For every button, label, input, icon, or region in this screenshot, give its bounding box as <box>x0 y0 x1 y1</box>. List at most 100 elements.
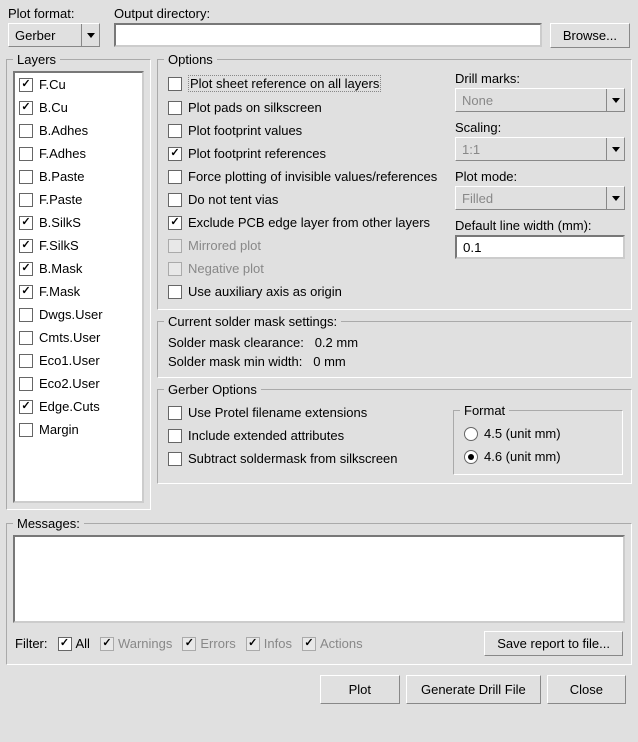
option-check[interactable]: Exclude PCB edge layer from other layers <box>164 211 449 234</box>
checkbox-icon[interactable] <box>168 77 182 91</box>
radio-icon[interactable] <box>464 427 478 441</box>
option-label: Negative plot <box>188 261 264 276</box>
messages-box[interactable] <box>13 535 625 623</box>
chevron-down-icon <box>606 138 624 160</box>
option-label: Plot sheet reference on all layers <box>188 75 381 92</box>
checkbox-icon[interactable] <box>19 400 33 414</box>
checkbox-icon[interactable] <box>168 147 182 161</box>
browse-button[interactable]: Browse... <box>550 23 630 48</box>
layer-item[interactable]: Cmts.User <box>15 326 142 349</box>
checkbox-icon[interactable] <box>19 239 33 253</box>
layer-item[interactable]: Dwgs.User <box>15 303 142 326</box>
layer-label: F.Adhes <box>39 146 86 161</box>
checkbox-icon[interactable] <box>19 331 33 345</box>
filter-check: Errors <box>182 636 235 651</box>
scaling-value: 1:1 <box>462 142 480 157</box>
layer-label: F.Paste <box>39 192 82 207</box>
gerber-legend: Gerber Options <box>164 382 261 397</box>
format-radio[interactable]: 4.6 (unit mm) <box>460 445 616 468</box>
options-legend: Options <box>164 52 217 67</box>
format-radio[interactable]: 4.5 (unit mm) <box>460 422 616 445</box>
checkbox-icon[interactable] <box>19 308 33 322</box>
checkbox-icon[interactable] <box>19 193 33 207</box>
checkbox-icon[interactable] <box>168 193 182 207</box>
line-width-input[interactable] <box>455 235 625 259</box>
layer-item[interactable]: B.Adhes <box>15 119 142 142</box>
option-label: Force plotting of invisible values/refer… <box>188 169 437 184</box>
option-label: Plot footprint values <box>188 123 302 138</box>
checkbox-icon[interactable] <box>19 78 33 92</box>
checkbox-icon[interactable] <box>168 170 182 184</box>
option-check[interactable]: Use auxiliary axis as origin <box>164 280 449 303</box>
option-label: Do not tent vias <box>188 192 278 207</box>
layer-item[interactable]: Eco2.User <box>15 372 142 395</box>
checkbox-icon[interactable] <box>19 262 33 276</box>
layer-label: Cmts.User <box>39 330 100 345</box>
layer-item[interactable]: B.Paste <box>15 165 142 188</box>
drill-marks-label: Drill marks: <box>455 71 625 86</box>
plot-button[interactable]: Plot <box>320 675 400 704</box>
checkbox-icon[interactable] <box>19 216 33 230</box>
close-button[interactable]: Close <box>547 675 626 704</box>
option-label: Use auxiliary axis as origin <box>188 284 342 299</box>
checkbox-icon[interactable] <box>168 124 182 138</box>
generate-drill-button[interactable]: Generate Drill File <box>406 675 541 704</box>
layer-item[interactable]: F.Mask <box>15 280 142 303</box>
plot-format-combo[interactable]: Gerber <box>8 23 100 47</box>
filter-label: Filter: <box>15 636 48 651</box>
option-check[interactable]: Plot sheet reference on all layers <box>164 71 449 96</box>
solder-clearance-label: Solder mask clearance: <box>168 335 304 350</box>
radio-icon[interactable] <box>464 450 478 464</box>
layer-item[interactable]: F.Paste <box>15 188 142 211</box>
layer-item[interactable]: B.Mask <box>15 257 142 280</box>
checkbox-icon[interactable] <box>168 452 182 466</box>
layer-item[interactable]: Eco1.User <box>15 349 142 372</box>
chevron-down-icon <box>606 187 624 209</box>
checkbox-icon[interactable] <box>19 124 33 138</box>
layer-label: F.SilkS <box>39 238 79 253</box>
option-label: Exclude PCB edge layer from other layers <box>188 215 430 230</box>
checkbox-icon <box>302 637 316 651</box>
checkbox-icon[interactable] <box>168 216 182 230</box>
checkbox-icon[interactable] <box>168 101 182 115</box>
option-check[interactable]: Plot footprint values <box>164 119 449 142</box>
layer-label: B.Cu <box>39 100 68 115</box>
layer-item[interactable]: Margin <box>15 418 142 441</box>
layer-item[interactable]: B.SilkS <box>15 211 142 234</box>
layers-list[interactable]: F.Cu B.Cu B.Adhes F.Adhes B.Paste F.Paste B.Si… <box>13 71 144 503</box>
filter-check[interactable]: All <box>58 636 90 651</box>
option-check[interactable]: Plot pads on silkscreen <box>164 96 449 119</box>
checkbox-icon[interactable] <box>168 406 182 420</box>
checkbox-icon[interactable] <box>19 147 33 161</box>
option-label: Plot footprint references <box>188 146 326 161</box>
output-dir-input[interactable] <box>114 23 542 47</box>
scaling-label: Scaling: <box>455 120 625 135</box>
checkbox-icon <box>182 637 196 651</box>
layer-label: B.Paste <box>39 169 85 184</box>
layer-item[interactable]: F.Cu <box>15 73 142 96</box>
format-legend: Format <box>460 403 509 418</box>
checkbox-icon[interactable] <box>19 285 33 299</box>
plot-mode-combo: Filled <box>455 186 625 210</box>
layer-label: Margin <box>39 422 79 437</box>
checkbox-icon[interactable] <box>58 637 72 651</box>
checkbox-icon[interactable] <box>168 285 182 299</box>
layer-label: F.Mask <box>39 284 80 299</box>
layer-item[interactable]: Edge.Cuts <box>15 395 142 418</box>
checkbox-icon[interactable] <box>19 101 33 115</box>
option-check[interactable]: Plot footprint references <box>164 142 449 165</box>
checkbox-icon[interactable] <box>19 377 33 391</box>
checkbox-icon[interactable] <box>168 429 182 443</box>
layer-item[interactable]: F.SilkS <box>15 234 142 257</box>
option-check[interactable]: Do not tent vias <box>164 188 449 211</box>
checkbox-icon[interactable] <box>19 423 33 437</box>
gerber-check[interactable]: Use Protel filename extensions <box>164 401 449 424</box>
option-check[interactable]: Force plotting of invisible values/refer… <box>164 165 449 188</box>
save-report-button[interactable]: Save report to file... <box>484 631 623 656</box>
layer-item[interactable]: F.Adhes <box>15 142 142 165</box>
gerber-check[interactable]: Subtract soldermask from silkscreen <box>164 447 449 470</box>
checkbox-icon[interactable] <box>19 354 33 368</box>
gerber-check[interactable]: Include extended attributes <box>164 424 449 447</box>
layer-item[interactable]: B.Cu <box>15 96 142 119</box>
checkbox-icon[interactable] <box>19 170 33 184</box>
